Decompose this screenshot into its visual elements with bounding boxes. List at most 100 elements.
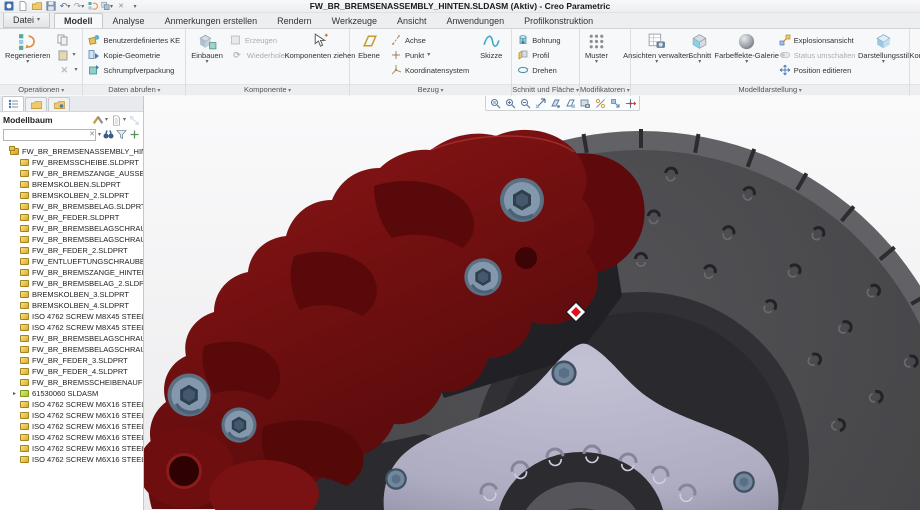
repaint-button[interactable] <box>548 97 562 109</box>
tree-item[interactable]: BREMSKOLBEN_2.SLDPRT <box>0 190 143 201</box>
tree-item[interactable]: FW_BR_FEDER_2.SLDPRT <box>0 245 143 256</box>
tree-filters-button[interactable]: ▾ <box>111 115 126 126</box>
save-button[interactable] <box>45 1 57 12</box>
punkt-button[interactable]: Punkt▾ <box>388 48 471 62</box>
tree-item[interactable]: ISO 4762 SCREW M8X45 STEEL <box>0 311 143 322</box>
clear-search-icon[interactable]: ✕ <box>89 130 95 138</box>
tree-item[interactable]: FW_BR_BREMSBELAGSCHRAUBE.SLDPRT <box>0 234 143 245</box>
einbauen-button[interactable]: Einbauen▾ <box>189 31 225 83</box>
tree-item[interactable]: ISO 4762 SCREW M6X16 STEEL <box>0 454 143 465</box>
schrumpfverpackung-button[interactable]: Schrumpfverpackung <box>86 63 182 77</box>
delete-button[interactable]: ✕▾ <box>55 63 79 77</box>
socket-screw[interactable] <box>500 178 544 222</box>
socket-screw[interactable] <box>221 407 256 442</box>
expand-settings-button[interactable] <box>129 129 140 142</box>
drehen-button[interactable]: Drehen <box>515 63 562 77</box>
close-button[interactable]: ✕ <box>115 1 127 12</box>
ansichten-verwalten-button[interactable]: Ansichten verwalten▾ <box>634 31 680 83</box>
tree-item[interactable]: BREMSKOLBEN.SLDPRT <box>0 179 143 190</box>
paste-button[interactable]: ▾ <box>55 48 79 62</box>
socket-screw[interactable] <box>167 373 210 416</box>
ebene-button[interactable]: Ebene <box>353 31 385 83</box>
erzeugen-button[interactable]: Erzeugen <box>228 33 291 47</box>
zoom-region-button[interactable] <box>488 97 502 109</box>
customize-toolbar-button[interactable]: ▾ <box>129 1 141 12</box>
window-switch-button[interactable]: ▾ <box>101 1 113 12</box>
graphics-viewport[interactable] <box>144 96 920 510</box>
farbeffekte-galerie-button[interactable]: Farbeffekte-Galerie▾ <box>720 31 774 83</box>
saved-orientations-button[interactable] <box>578 97 592 109</box>
annotation-display-button[interactable] <box>608 97 622 109</box>
status-umschalten-button[interactable]: Status umschalten <box>777 48 858 62</box>
benutzerdefiniertes-ke-button[interactable]: Benutzerdefiniertes KE <box>86 33 182 47</box>
profil-button[interactable]: Profil <box>515 48 562 62</box>
zoom-out-button[interactable] <box>518 97 532 109</box>
tab-profilkonstruktion[interactable]: Profilkonstruktion <box>514 13 603 28</box>
expand-arrow-icon[interactable]: ▸ <box>13 390 20 397</box>
tab-favorites[interactable] <box>48 97 70 111</box>
group-label-komponente[interactable]: Komponente <box>186 84 349 95</box>
bohrung-button[interactable]: Bohrung <box>515 33 562 47</box>
tree-search-input[interactable] <box>3 129 96 141</box>
tab-anmerkungen-erstellen[interactable]: Anmerkungen erstellen <box>155 13 268 28</box>
tree-item[interactable]: ISO 4762 SCREW M6X16 STEEL <box>0 399 143 410</box>
tree-item[interactable]: BREMSKOLBEN_4.SLDPRT <box>0 300 143 311</box>
brake-assembly-3d-model[interactable] <box>144 96 920 510</box>
tab-ansicht[interactable]: Ansicht <box>387 13 437 28</box>
redo-button[interactable]: ↷▾ <box>73 1 85 12</box>
file-menu-button[interactable]: Datei▾ <box>3 12 50 28</box>
regenerieren-button[interactable]: Regenerieren▾ <box>3 31 52 83</box>
tree-item[interactable]: FW_BR_BREMSBELAGSCHRAUBE.SLDPRT <box>0 344 143 355</box>
tree-item[interactable]: FW_BR_BREMSBELAGSCHRAUBE.SLDPRT <box>0 223 143 234</box>
tree-item[interactable]: ISO 4762 SCREW M8X45 STEEL <box>0 322 143 333</box>
tree-item[interactable]: FW_BR_BREMSSCHEIBENAUFNAHME.SLDPRT <box>0 377 143 388</box>
group-label-bezug[interactable]: Bezug <box>350 84 511 95</box>
komponenten-ziehen-button[interactable]: Komponenten ziehen <box>294 31 346 83</box>
undo-button[interactable]: ↶▾ <box>59 1 71 12</box>
zoom-in-button[interactable] <box>503 97 517 109</box>
group-label-daten-abrufen[interactable]: Daten abrufen <box>83 84 185 95</box>
tree-item[interactable]: FW_BR_FEDER_3.SLDPRT <box>0 355 143 366</box>
schnitt-button[interactable]: Schnitt▾ <box>683 31 717 83</box>
group-label-modellabsicht[interactable]: Modellabsicht <box>910 84 920 95</box>
tree-item[interactable]: ISO 4762 SCREW M6X16 STEEL <box>0 432 143 443</box>
skizze-button[interactable]: Skizze <box>474 31 508 83</box>
tree-tools-button[interactable]: ▾ <box>93 115 108 126</box>
hub-bolt[interactable] <box>551 360 576 385</box>
spin-center-button[interactable] <box>623 97 637 109</box>
group-label-operationen[interactable]: Operationen <box>0 84 82 95</box>
tree-item[interactable]: FW_BR_FEDER.SLDPRT <box>0 212 143 223</box>
tree-item[interactable]: FW_BR_BREMSBELAG.SLDPRT <box>0 201 143 212</box>
tab-modell[interactable]: Modell <box>54 13 103 28</box>
tab-anwendungen[interactable]: Anwendungen <box>437 13 515 28</box>
tree-relations-button[interactable] <box>129 115 140 126</box>
tree-item[interactable]: FW_ENTLUEFTUNGSCHRAUBE_1.SLDPRT <box>0 256 143 267</box>
tree-item[interactable]: FW_BR_BREMSENASSEMBLY_HINTEN.SLDASM <box>0 146 143 157</box>
achse-button[interactable]: Achse <box>388 33 471 47</box>
tree-item[interactable]: FW_BR_BREMSZANGE_AUSSEN.SLDPRT <box>0 168 143 179</box>
tab-rendern[interactable]: Rendern <box>267 13 322 28</box>
regenerate-quick-button[interactable] <box>87 1 99 12</box>
tab-folder-browser[interactable] <box>25 97 47 111</box>
tree-item[interactable]: FW_BR_FEDER_4.SLDPRT <box>0 366 143 377</box>
tree-item[interactable]: BREMSKOLBEN_3.SLDPRT <box>0 289 143 300</box>
tree-item[interactable]: ISO 4762 SCREW M6X16 STEEL <box>0 410 143 421</box>
open-file-button[interactable] <box>31 1 43 12</box>
group-label-schnitt-und-flaeche[interactable]: Schnitt und Fläche <box>512 84 579 95</box>
tree-item[interactable]: ISO 4762 SCREW M6X16 STEEL <box>0 443 143 454</box>
darstellungsstil-button[interactable]: Darstellungsstil▾ <box>860 31 906 83</box>
new-file-button[interactable] <box>17 1 29 12</box>
group-label-modelldarstellung[interactable]: Modelldarstellung <box>631 84 910 95</box>
tree-item[interactable]: FW_BR_BREMSBELAGSCHRAUBE.SLDPRT <box>0 333 143 344</box>
explosionsansicht-button[interactable]: Explosionsansicht <box>777 33 858 47</box>
tab-model-tree[interactable] <box>2 96 24 111</box>
wiederholen-button[interactable]: ⟳Wiederholen <box>228 48 291 62</box>
hub-bolt[interactable] <box>385 468 407 490</box>
tab-analyse[interactable]: Analyse <box>103 13 155 28</box>
kopie-geometrie-button[interactable]: Kopie-Geometrie <box>86 48 182 62</box>
copy-button[interactable] <box>55 33 79 47</box>
tree-item[interactable]: FW_BREMSSCHEIBE.SLDPRT <box>0 157 143 168</box>
group-label-modifikatoren[interactable]: Modifikatoren <box>580 84 630 95</box>
refit-button[interactable] <box>533 97 547 109</box>
hub-bolt[interactable] <box>733 471 755 493</box>
